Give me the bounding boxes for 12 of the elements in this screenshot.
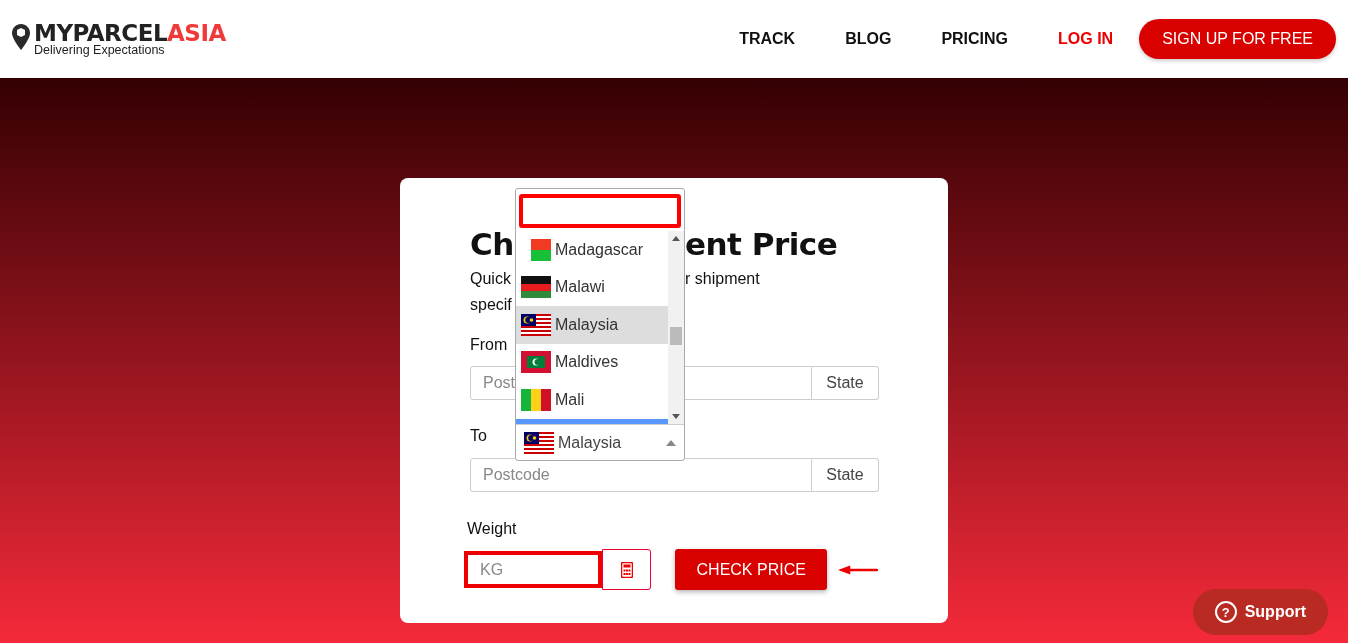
- help-icon: ?: [1214, 601, 1237, 623]
- state-addon: State: [812, 366, 879, 400]
- state-addon: State: [812, 458, 879, 492]
- card-title: ent Price: [685, 226, 838, 260]
- card-description: Quick: [470, 270, 512, 288]
- card-description: r shipment: [685, 270, 760, 288]
- field-label: Weight: [467, 520, 517, 538]
- field-label: From: [470, 336, 508, 354]
- field-label: To: [470, 427, 487, 445]
- card-description: specif: [470, 296, 513, 314]
- card-title: Ch: [470, 226, 515, 260]
- logo-tagline: Delivering Expectations: [34, 43, 166, 57]
